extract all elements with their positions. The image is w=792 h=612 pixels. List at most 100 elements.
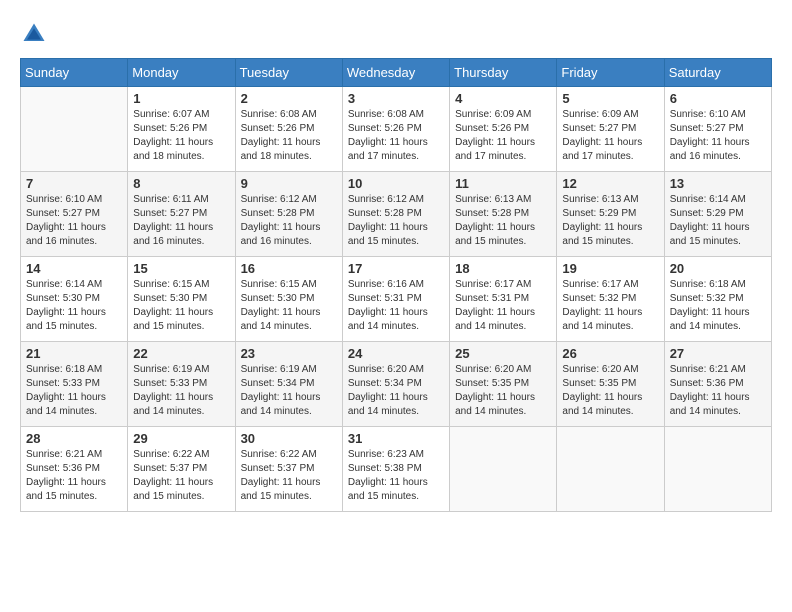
day-number: 8 (133, 176, 229, 191)
weekday-header-cell: Monday (128, 59, 235, 87)
day-info: Sunrise: 6:09 AMSunset: 5:26 PMDaylight:… (455, 108, 551, 164)
calendar-body: 1 Sunrise: 6:07 AMSunset: 5:26 PMDaylight… (21, 87, 772, 512)
logo-icon (20, 20, 48, 48)
calendar-week-row: 21 Sunrise: 6:18 AMSunset: 5:33 PMDayligh… (21, 342, 772, 427)
calendar-cell: 21 Sunrise: 6:18 AMSunset: 5:33 PMDayligh… (21, 342, 128, 427)
day-info: Sunrise: 6:18 AMSunset: 5:32 PMDaylight:… (670, 278, 766, 334)
day-number: 17 (348, 261, 444, 276)
day-info: Sunrise: 6:12 AMSunset: 5:28 PMDaylight:… (348, 193, 444, 249)
calendar-cell: 26 Sunrise: 6:20 AMSunset: 5:35 PMDayligh… (557, 342, 664, 427)
day-number: 16 (241, 261, 337, 276)
calendar-cell: 25 Sunrise: 6:20 AMSunset: 5:35 PMDayligh… (450, 342, 557, 427)
weekday-header-cell: Tuesday (235, 59, 342, 87)
day-info: Sunrise: 6:20 AMSunset: 5:34 PMDaylight:… (348, 363, 444, 419)
calendar-cell: 5 Sunrise: 6:09 AMSunset: 5:27 PMDaylight… (557, 87, 664, 172)
day-number: 7 (26, 176, 122, 191)
day-number: 11 (455, 176, 551, 191)
calendar-cell (557, 427, 664, 512)
calendar-cell: 31 Sunrise: 6:23 AMSunset: 5:38 PMDayligh… (342, 427, 449, 512)
calendar-cell: 8 Sunrise: 6:11 AMSunset: 5:27 PMDaylight… (128, 172, 235, 257)
day-number: 12 (562, 176, 658, 191)
weekday-header-cell: Sunday (21, 59, 128, 87)
day-number: 2 (241, 91, 337, 106)
calendar-cell: 11Sunrise: 6:13 AMSunset: 5:28 PMDayligh… (450, 172, 557, 257)
day-info: Sunrise: 6:08 AMSunset: 5:26 PMDaylight:… (241, 108, 337, 164)
calendar-cell: 27 Sunrise: 6:21 AMSunset: 5:36 PMDayligh… (664, 342, 771, 427)
day-number: 6 (670, 91, 766, 106)
day-info: Sunrise: 6:09 AMSunset: 5:27 PMDaylight:… (562, 108, 658, 164)
day-info: Sunrise: 6:11 AMSunset: 5:27 PMDaylight:… (133, 193, 229, 249)
day-number: 3 (348, 91, 444, 106)
calendar-cell (21, 87, 128, 172)
day-number: 5 (562, 91, 658, 106)
calendar-cell: 18 Sunrise: 6:17 AMSunset: 5:31 PMDayligh… (450, 257, 557, 342)
day-number: 27 (670, 346, 766, 361)
calendar-cell: 2 Sunrise: 6:08 AMSunset: 5:26 PMDaylight… (235, 87, 342, 172)
day-number: 25 (455, 346, 551, 361)
day-info: Sunrise: 6:19 AMSunset: 5:34 PMDaylight:… (241, 363, 337, 419)
calendar-cell: 7 Sunrise: 6:10 AMSunset: 5:27 PMDaylight… (21, 172, 128, 257)
day-number: 4 (455, 91, 551, 106)
day-info: Sunrise: 6:21 AMSunset: 5:36 PMDaylight:… (670, 363, 766, 419)
day-info: Sunrise: 6:17 AMSunset: 5:32 PMDaylight:… (562, 278, 658, 334)
calendar-week-row: 1 Sunrise: 6:07 AMSunset: 5:26 PMDaylight… (21, 87, 772, 172)
day-number: 30 (241, 431, 337, 446)
day-number: 13 (670, 176, 766, 191)
day-info: Sunrise: 6:20 AMSunset: 5:35 PMDaylight:… (562, 363, 658, 419)
calendar-week-row: 28Sunrise: 6:21 AMSunset: 5:36 PMDayligh… (21, 427, 772, 512)
day-info: Sunrise: 6:22 AMSunset: 5:37 PMDaylight:… (133, 448, 229, 504)
day-info: Sunrise: 6:19 AMSunset: 5:33 PMDaylight:… (133, 363, 229, 419)
day-number: 26 (562, 346, 658, 361)
day-info: Sunrise: 6:10 AMSunset: 5:27 PMDaylight:… (26, 193, 122, 249)
day-info: Sunrise: 6:15 AMSunset: 5:30 PMDaylight:… (133, 278, 229, 334)
day-number: 9 (241, 176, 337, 191)
day-number: 31 (348, 431, 444, 446)
calendar-cell: 17 Sunrise: 6:16 AMSunset: 5:31 PMDayligh… (342, 257, 449, 342)
day-info: Sunrise: 6:08 AMSunset: 5:26 PMDaylight:… (348, 108, 444, 164)
weekday-header-row: SundayMondayTuesdayWednesdayThursdayFrid… (21, 59, 772, 87)
calendar-cell: 9 Sunrise: 6:12 AMSunset: 5:28 PMDaylight… (235, 172, 342, 257)
calendar-cell: 15 Sunrise: 6:15 AMSunset: 5:30 PMDayligh… (128, 257, 235, 342)
calendar-cell: 30 Sunrise: 6:22 AMSunset: 5:37 PMDayligh… (235, 427, 342, 512)
calendar-cell: 23 Sunrise: 6:19 AMSunset: 5:34 PMDayligh… (235, 342, 342, 427)
calendar-cell: 4 Sunrise: 6:09 AMSunset: 5:26 PMDaylight… (450, 87, 557, 172)
day-info: Sunrise: 6:12 AMSunset: 5:28 PMDaylight:… (241, 193, 337, 249)
day-number: 1 (133, 91, 229, 106)
day-number: 10 (348, 176, 444, 191)
day-info: Sunrise: 6:17 AMSunset: 5:31 PMDaylight:… (455, 278, 551, 334)
day-info: Sunrise: 6:07 AMSunset: 5:26 PMDaylight:… (133, 108, 229, 164)
calendar-week-row: 7 Sunrise: 6:10 AMSunset: 5:27 PMDaylight… (21, 172, 772, 257)
day-number: 21 (26, 346, 122, 361)
day-info: Sunrise: 6:10 AMSunset: 5:27 PMDaylight:… (670, 108, 766, 164)
day-info: Sunrise: 6:20 AMSunset: 5:35 PMDaylight:… (455, 363, 551, 419)
calendar-cell: 1 Sunrise: 6:07 AMSunset: 5:26 PMDaylight… (128, 87, 235, 172)
calendar-cell: 10 Sunrise: 6:12 AMSunset: 5:28 PMDayligh… (342, 172, 449, 257)
day-info: Sunrise: 6:15 AMSunset: 5:30 PMDaylight:… (241, 278, 337, 334)
day-info: Sunrise: 6:18 AMSunset: 5:33 PMDaylight:… (26, 363, 122, 419)
day-info: Sunrise: 6:14 AMSunset: 5:29 PMDaylight:… (670, 193, 766, 249)
day-number: 23 (241, 346, 337, 361)
day-info: Sunrise: 6:23 AMSunset: 5:38 PMDaylight:… (348, 448, 444, 504)
day-info: Sunrise: 6:22 AMSunset: 5:37 PMDaylight:… (241, 448, 337, 504)
calendar-cell: 22 Sunrise: 6:19 AMSunset: 5:33 PMDayligh… (128, 342, 235, 427)
calendar: SundayMondayTuesdayWednesdayThursdayFrid… (20, 58, 772, 512)
weekday-header-cell: Friday (557, 59, 664, 87)
day-info: Sunrise: 6:13 AMSunset: 5:29 PMDaylight:… (562, 193, 658, 249)
day-number: 18 (455, 261, 551, 276)
weekday-header-cell: Saturday (664, 59, 771, 87)
day-number: 22 (133, 346, 229, 361)
day-number: 20 (670, 261, 766, 276)
day-number: 28 (26, 431, 122, 446)
day-info: Sunrise: 6:16 AMSunset: 5:31 PMDaylight:… (348, 278, 444, 334)
day-number: 15 (133, 261, 229, 276)
calendar-cell: 19 Sunrise: 6:17 AMSunset: 5:32 PMDayligh… (557, 257, 664, 342)
header (20, 20, 772, 48)
day-number: 14 (26, 261, 122, 276)
calendar-cell: 20 Sunrise: 6:18 AMSunset: 5:32 PMDayligh… (664, 257, 771, 342)
calendar-cell: 3 Sunrise: 6:08 AMSunset: 5:26 PMDaylight… (342, 87, 449, 172)
logo (20, 20, 52, 48)
calendar-cell: 29Sunrise: 6:22 AMSunset: 5:37 PMDayligh… (128, 427, 235, 512)
calendar-cell (450, 427, 557, 512)
day-number: 19 (562, 261, 658, 276)
day-info: Sunrise: 6:14 AMSunset: 5:30 PMDaylight:… (26, 278, 122, 334)
